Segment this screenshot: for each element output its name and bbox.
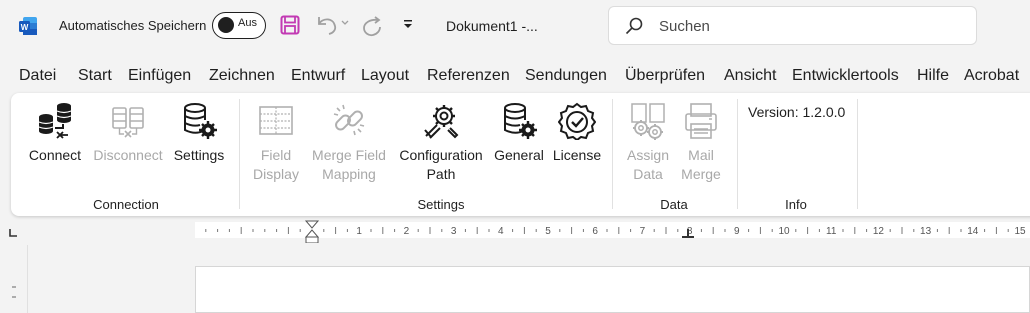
ruler-number: 7 bbox=[640, 226, 646, 237]
group-divider bbox=[239, 99, 240, 209]
ribbon-tabs: Datei Start Einfügen Zeichnen Entwurf La… bbox=[0, 60, 1030, 90]
ruler-number: 11 bbox=[826, 226, 837, 237]
field-display-button[interactable]: Field Display bbox=[248, 102, 304, 184]
group-divider bbox=[737, 99, 738, 209]
search-box[interactable]: Suchen bbox=[608, 6, 977, 45]
search-icon bbox=[625, 17, 643, 35]
autosave-toggle-text: Aus bbox=[238, 17, 257, 29]
ruler-number: 9 bbox=[734, 226, 740, 237]
tab-zeichnen[interactable]: Zeichnen bbox=[209, 67, 275, 85]
gears-icon bbox=[631, 103, 665, 140]
vertical-ruler[interactable] bbox=[0, 245, 28, 313]
wrench-gear-icon bbox=[424, 105, 459, 139]
tab-ueberpruefen[interactable]: Überprüfen bbox=[625, 67, 705, 85]
database-connect-icon bbox=[38, 103, 72, 139]
word-logo-icon[interactable]: W bbox=[18, 16, 38, 36]
group-divider bbox=[612, 99, 613, 209]
configuration-path-button[interactable]: Configuration Path bbox=[395, 102, 487, 184]
table-icon bbox=[259, 106, 293, 135]
title-bar: W Automatisches Speichern Aus Dokument1 … bbox=[0, 0, 1030, 56]
merge-field-mapping-label-2: Mapping bbox=[322, 166, 376, 182]
tab-datei[interactable]: Datei bbox=[19, 67, 56, 85]
tab-hilfe[interactable]: Hilfe bbox=[917, 67, 949, 85]
tab-layout[interactable]: Layout bbox=[361, 67, 409, 85]
connect-button[interactable]: Connect bbox=[27, 102, 83, 165]
assign-data-label-2: Data bbox=[633, 166, 663, 182]
vertical-ruler-ticks bbox=[12, 286, 16, 298]
tab-entwurf[interactable]: Entwurf bbox=[291, 67, 345, 85]
ruler-number: 14 bbox=[967, 226, 979, 237]
configuration-path-label-2: Path bbox=[426, 166, 456, 182]
document-page[interactable] bbox=[195, 266, 1030, 313]
settings-label: Settings bbox=[173, 147, 225, 163]
merge-field-mapping-label-1: Merge Field bbox=[312, 147, 386, 163]
search-placeholder: Suchen bbox=[659, 18, 710, 35]
mail-merge-label-1: Mail bbox=[688, 147, 714, 163]
connect-label: Connect bbox=[28, 147, 82, 163]
tab-einfuegen[interactable]: Einfügen bbox=[128, 67, 191, 85]
chevron-down-icon[interactable] bbox=[340, 18, 350, 28]
group-label-connection: Connection bbox=[93, 197, 159, 212]
customize-toolbar-icon[interactable] bbox=[402, 18, 414, 30]
license-label: License bbox=[552, 147, 602, 163]
assign-data-label-1: Assign bbox=[626, 147, 670, 163]
printer-icon bbox=[685, 103, 717, 139]
general-button[interactable]: General bbox=[490, 102, 548, 165]
database-gear-icon bbox=[504, 103, 537, 139]
ruler-number: 15 bbox=[1014, 226, 1026, 237]
general-label: General bbox=[494, 147, 544, 163]
ruler-number: 3 bbox=[451, 226, 457, 237]
tab-acrobat[interactable]: Acrobat bbox=[964, 67, 1019, 85]
redo-icon[interactable] bbox=[360, 14, 384, 38]
settings-button[interactable]: Settings bbox=[169, 102, 229, 165]
group-label-data: Data bbox=[660, 197, 688, 212]
tab-referenzen[interactable]: Referenzen bbox=[427, 67, 510, 85]
mail-merge-button[interactable]: Mail Merge bbox=[675, 102, 727, 184]
group-label-settings: Settings bbox=[417, 197, 465, 212]
configuration-path-label-1: Configuration bbox=[399, 147, 483, 163]
merge-field-mapping-button[interactable]: Merge Field Mapping bbox=[307, 102, 391, 184]
ruler-number: 10 bbox=[778, 226, 790, 237]
verified-badge-icon bbox=[558, 102, 596, 140]
disconnect-button[interactable]: Disconnect bbox=[90, 102, 166, 165]
tab-entwicklertools[interactable]: Entwicklertools bbox=[792, 67, 899, 85]
ruler-ticks: 1 2 3 4 5 6 7 8 9 10 11 12 13 14 15 bbox=[205, 220, 1026, 243]
database-disconnect-icon bbox=[112, 107, 144, 138]
ruler-number: 1 bbox=[356, 226, 362, 237]
tab-ansicht[interactable]: Ansicht bbox=[724, 67, 776, 85]
save-icon[interactable] bbox=[280, 15, 300, 35]
toggle-knob bbox=[218, 17, 234, 33]
ruler-number: 2 bbox=[404, 226, 410, 237]
group-label-info: Info bbox=[785, 197, 807, 212]
field-display-label-1: Field bbox=[260, 147, 292, 163]
ruler-number: 5 bbox=[545, 226, 551, 237]
indent-marker[interactable] bbox=[304, 220, 320, 243]
svg-text:W: W bbox=[21, 23, 29, 32]
disconnect-label: Disconnect bbox=[93, 147, 163, 163]
ruler-number: 12 bbox=[873, 226, 885, 237]
ruler-number: 13 bbox=[920, 226, 932, 237]
assign-data-button[interactable]: Assign Data bbox=[620, 102, 676, 184]
ruler-number: 6 bbox=[592, 226, 598, 237]
database-gear-icon bbox=[184, 103, 217, 139]
ruler-number: 4 bbox=[498, 226, 504, 237]
mail-merge-label-2: Merge bbox=[681, 166, 721, 182]
version-label: Version: 1.2.0.0 bbox=[748, 104, 846, 120]
tab-sendungen[interactable]: Sendungen bbox=[525, 67, 607, 85]
chain-link-icon bbox=[333, 104, 365, 136]
document-title[interactable]: Dokument1 -... bbox=[446, 18, 538, 34]
undo-icon[interactable] bbox=[315, 14, 339, 36]
field-display-label-2: Display bbox=[253, 166, 299, 182]
autosave-label: Automatisches Speichern bbox=[59, 18, 207, 33]
group-divider bbox=[857, 99, 858, 209]
autosave-toggle[interactable]: Aus bbox=[212, 12, 266, 39]
ribbon-panel: Connect Disconnect Settings Connection F bbox=[11, 93, 1030, 216]
tab-start[interactable]: Start bbox=[78, 67, 112, 85]
license-button[interactable]: License bbox=[550, 102, 604, 165]
